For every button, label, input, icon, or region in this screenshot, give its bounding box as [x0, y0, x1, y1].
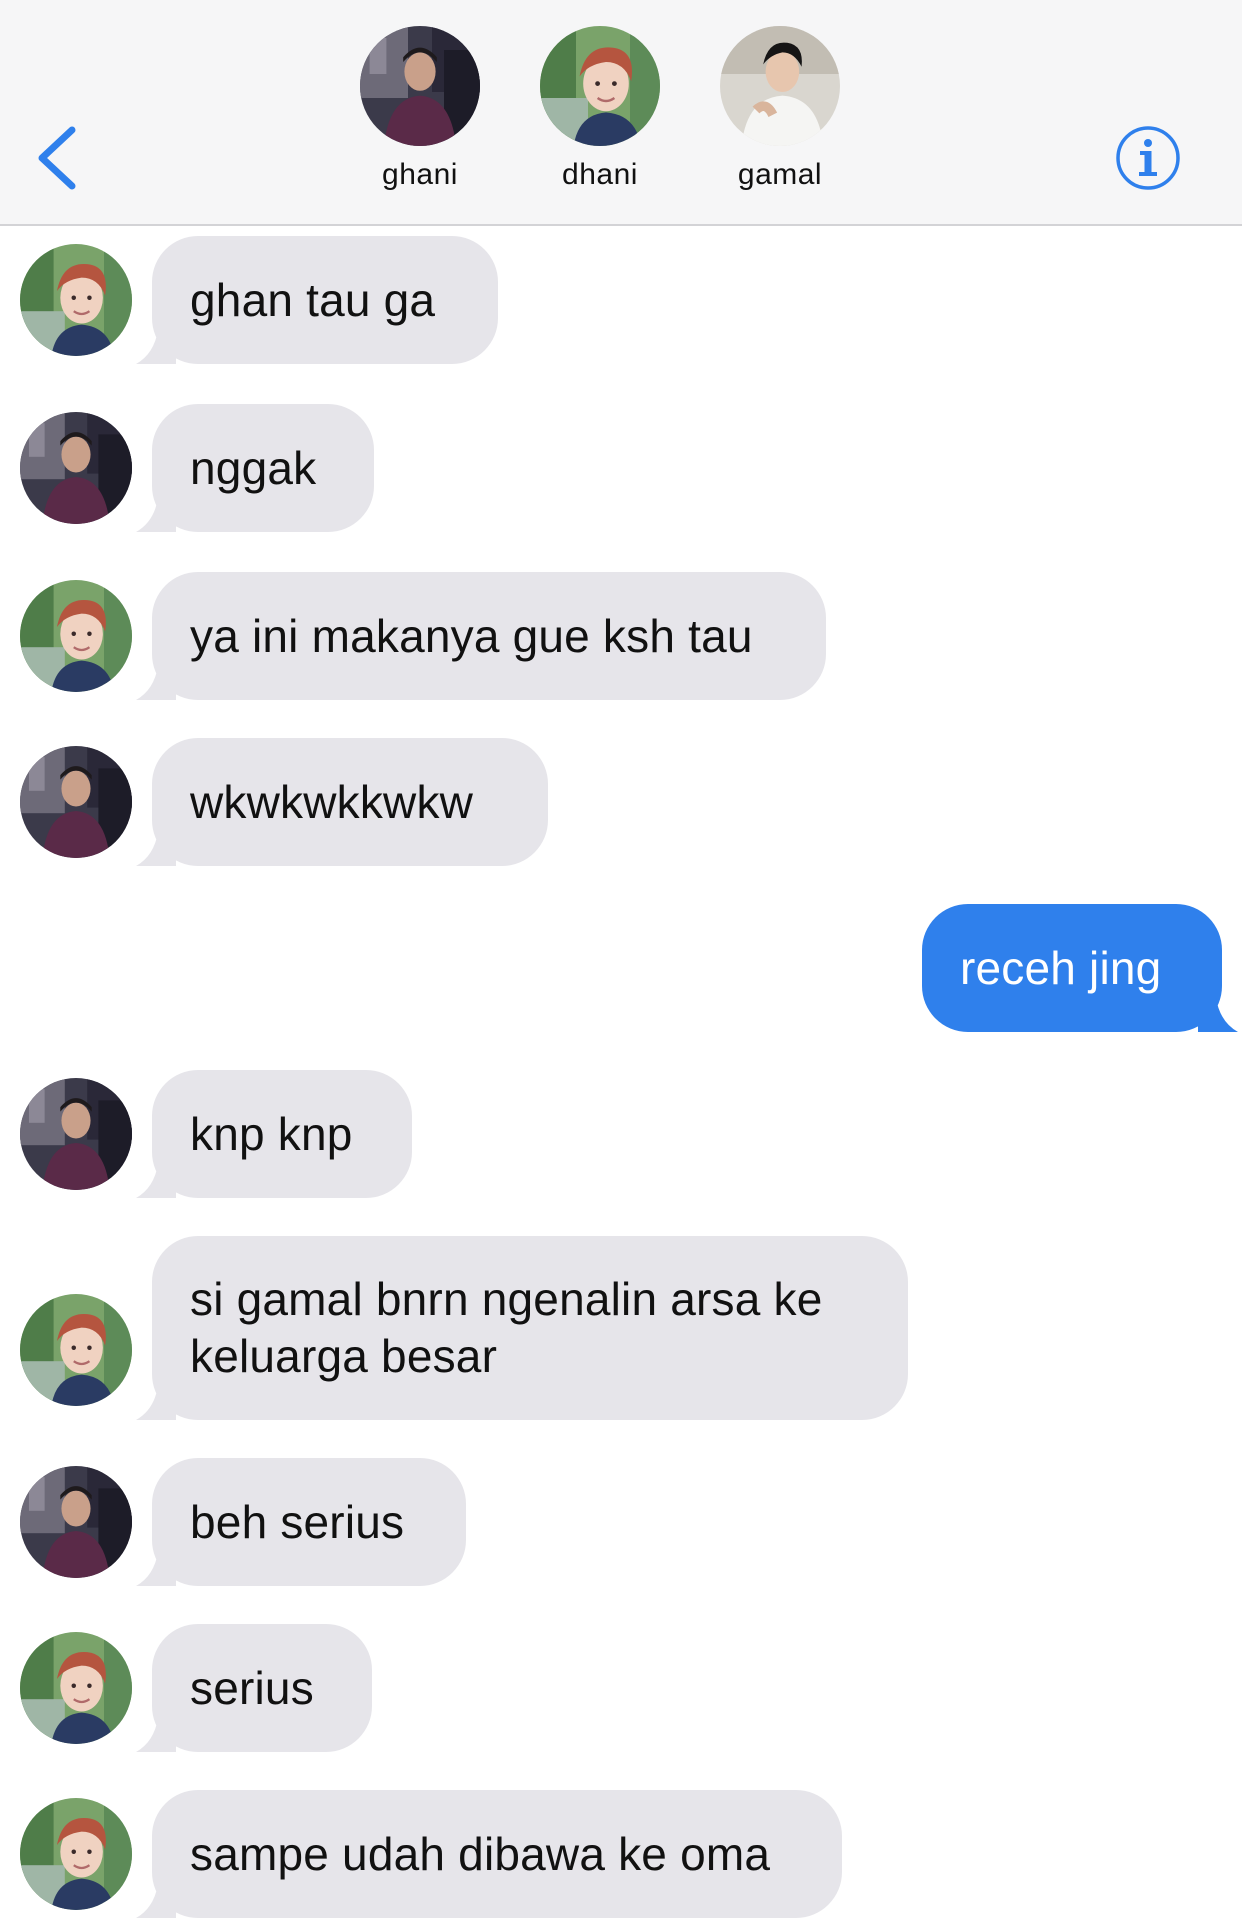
avatar[interactable] — [20, 580, 132, 692]
message-bubble[interactable]: sampe udah dibawa ke oma — [136, 1790, 842, 1918]
message-row: ghan tau ga — [0, 226, 1242, 366]
participant-name: ghani — [382, 158, 458, 191]
message-bubble[interactable]: si gamal bnrn ngenalin arsa ke keluarga … — [136, 1236, 908, 1420]
avatar[interactable] — [20, 412, 132, 524]
avatar[interactable] — [20, 746, 132, 858]
message-row: si gamal bnrn ngenalin arsa ke keluarga … — [0, 1224, 1242, 1420]
message-text: knp knp — [190, 1107, 353, 1160]
message-bubble[interactable]: wkwkwkkwkw — [136, 738, 548, 866]
participant-list: ghani dhani gamal — [0, 0, 1242, 224]
message-row: nggak — [0, 392, 1242, 532]
message-text: nggak — [190, 441, 317, 494]
message-row: ya ini makanya gue ksh tau — [0, 560, 1242, 700]
message-text: wkwkwkkwkw — [190, 775, 474, 828]
message-bubble[interactable]: knp knp — [136, 1070, 412, 1198]
avatar[interactable] — [20, 1294, 132, 1406]
conversation-header: ghani dhani gamal — [0, 0, 1242, 226]
message-text: ghan tau ga — [190, 273, 436, 326]
message-row: serius — [0, 1612, 1242, 1752]
avatar[interactable] — [20, 1466, 132, 1578]
message-text: sampe udah dibawa ke oma — [190, 1827, 771, 1880]
message-bubble[interactable]: beh serius — [136, 1458, 466, 1586]
avatar[interactable] — [20, 1078, 132, 1190]
message-row: wkwkwkkwkw — [0, 726, 1242, 866]
avatar — [540, 26, 660, 146]
participant-gamal[interactable]: gamal — [690, 26, 870, 192]
message-row: beh serius — [0, 1446, 1242, 1586]
message-text: si gamal bnrn ngenalin arsa ke keluarga … — [190, 1273, 836, 1382]
avatar[interactable] — [20, 1632, 132, 1744]
message-row: knp knp — [0, 1058, 1242, 1198]
info-button[interactable] — [1114, 124, 1182, 192]
avatar[interactable] — [20, 244, 132, 356]
participant-dhani[interactable]: dhani — [510, 26, 690, 192]
message-text: serius — [190, 1661, 314, 1714]
avatar[interactable] — [20, 1798, 132, 1910]
avatar — [360, 26, 480, 146]
message-bubble[interactable]: nggak — [136, 404, 374, 532]
avatar — [720, 26, 840, 146]
message-row: receh jing — [0, 892, 1242, 1032]
info-icon — [1116, 126, 1180, 190]
message-bubble[interactable]: ghan tau ga — [136, 236, 498, 364]
message-bubble[interactable]: ya ini makanya gue ksh tau — [136, 572, 826, 700]
message-bubble[interactable]: serius — [136, 1624, 372, 1752]
participant-ghani[interactable]: ghani — [330, 26, 510, 192]
participant-name: dhani — [562, 158, 638, 191]
message-text: receh jing — [960, 941, 1162, 994]
message-row: sampe udah dibawa ke oma — [0, 1778, 1242, 1918]
message-text: beh serius — [190, 1495, 405, 1548]
message-bubble-outgoing[interactable]: receh jing — [922, 904, 1238, 1032]
participant-name: gamal — [737, 158, 823, 191]
message-text: ya ini makanya gue ksh tau — [190, 609, 753, 662]
